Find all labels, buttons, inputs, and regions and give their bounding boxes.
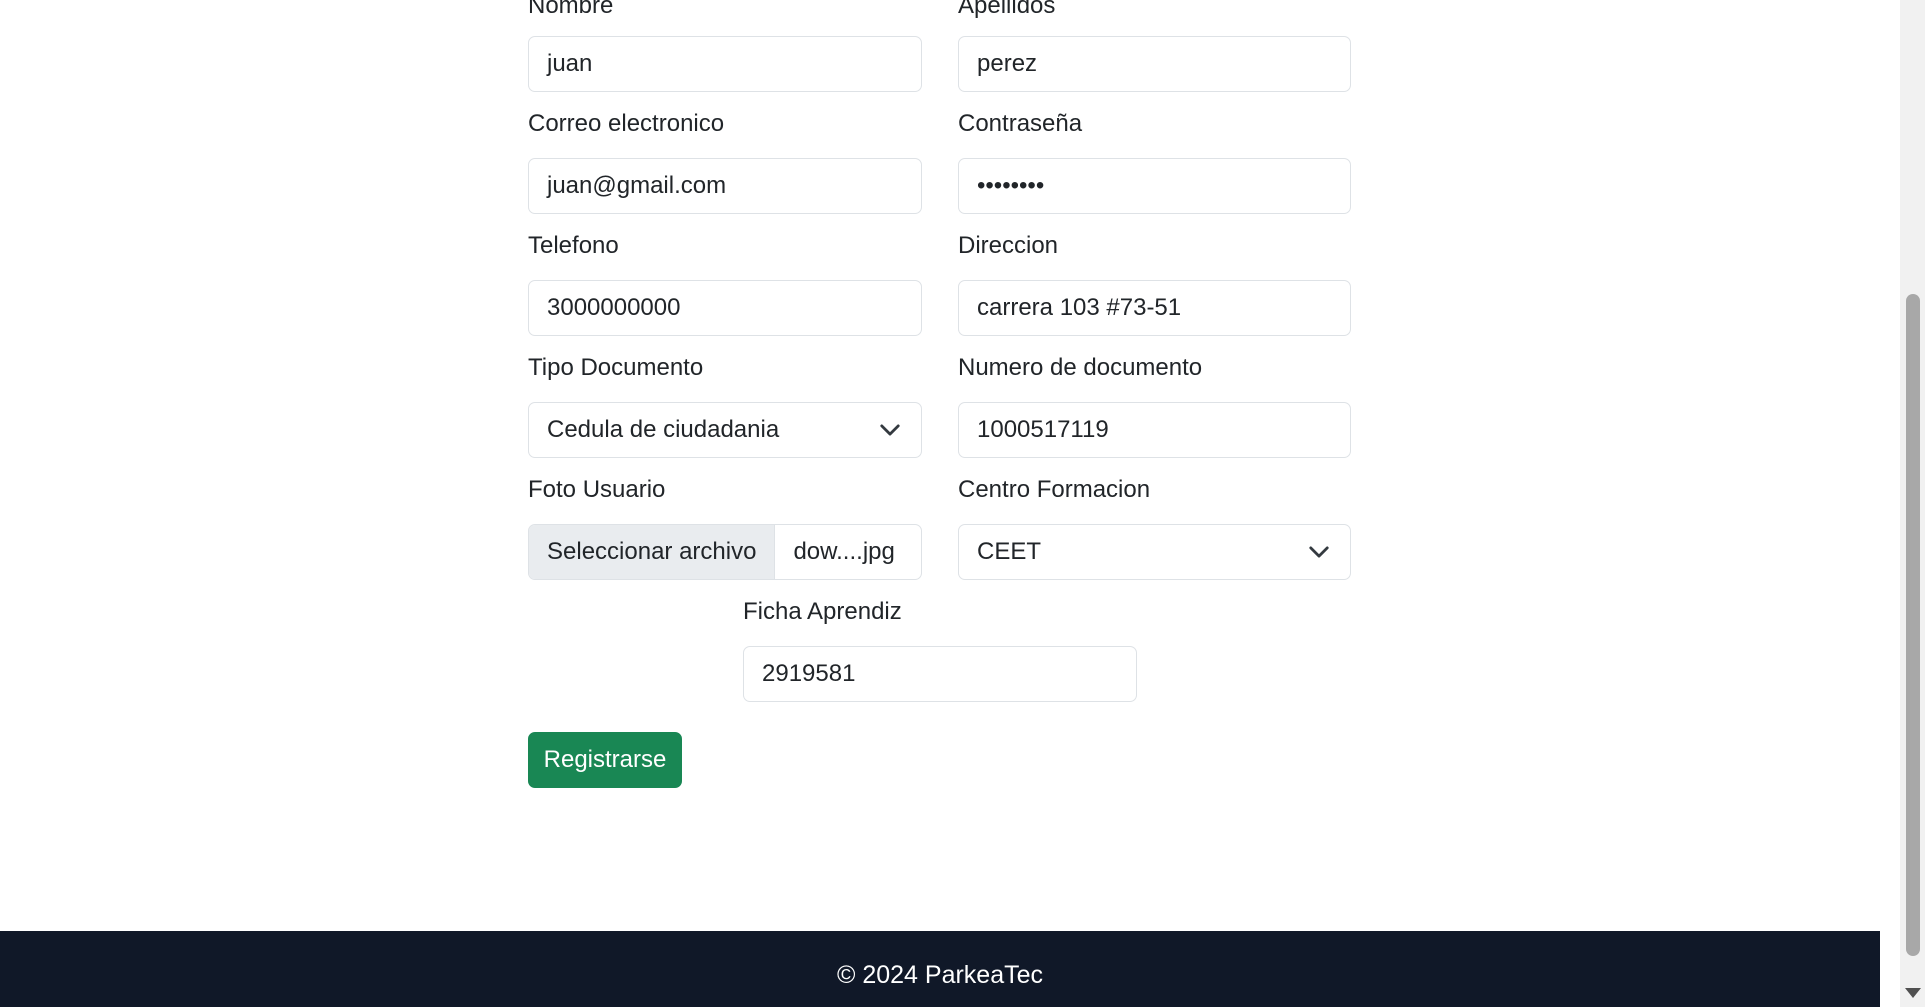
centro-formacion-select[interactable]: CEET [958,524,1351,580]
footer: © 2024 ParkeaTec [0,931,1880,1007]
nombre-input[interactable]: juan [528,36,922,92]
centro-formacion-label: Centro Formacion [958,476,1151,503]
registration-page: Nombre juan Apellidos perez Correo elect… [0,0,1925,1007]
scrollbar-thumb[interactable] [1906,294,1920,956]
centro-formacion-value: CEET [977,538,1042,565]
select-file-button[interactable]: Seleccionar archivo [529,525,776,579]
vertical-scrollbar[interactable] [1900,0,1925,1007]
numero-documento-label: Numero de documento [958,354,1203,381]
tipo-documento-value: Cedula de ciudadania [547,416,780,443]
email-field[interactable]: juan@gmail.com [528,158,922,214]
telefono-label: Telefono [528,232,619,259]
apellidos-input[interactable]: perez [958,36,1351,92]
password-field[interactable]: •••••••• [958,158,1351,214]
tipo-documento-select[interactable]: Cedula de ciudadania [528,402,922,458]
tipo-documento-label: Tipo Documento [528,354,704,381]
foto-usuario-label: Foto Usuario [528,476,666,503]
direccion-label: Direccion [958,232,1059,259]
foto-usuario-file-input[interactable]: Seleccionar archivo dow....jpg [528,524,922,580]
chevron-down-icon [1309,546,1329,558]
nombre-label: Nombre [528,0,614,19]
chevron-down-icon [880,424,900,436]
apellidos-label: Apellidos [958,0,1056,19]
selected-file-name: dow....jpg [793,538,895,565]
telefono-input[interactable]: 3000000000 [528,280,922,336]
numero-documento-input[interactable]: 1000517119 [958,402,1351,458]
correo-label: Correo electronico [528,110,725,137]
footer-copyright: © 2024 ParkeaTec [836,961,1044,989]
direccion-input[interactable]: carrera 103 #73-51 [958,280,1351,336]
ficha-aprendiz-label: Ficha Aprendiz [743,598,902,625]
ficha-aprendiz-input[interactable]: 2919581 [743,646,1137,702]
contrasena-label: Contraseña [958,110,1083,137]
register-button[interactable]: Registrarse [528,732,682,788]
arrow-down-icon[interactable] [1905,988,1921,998]
